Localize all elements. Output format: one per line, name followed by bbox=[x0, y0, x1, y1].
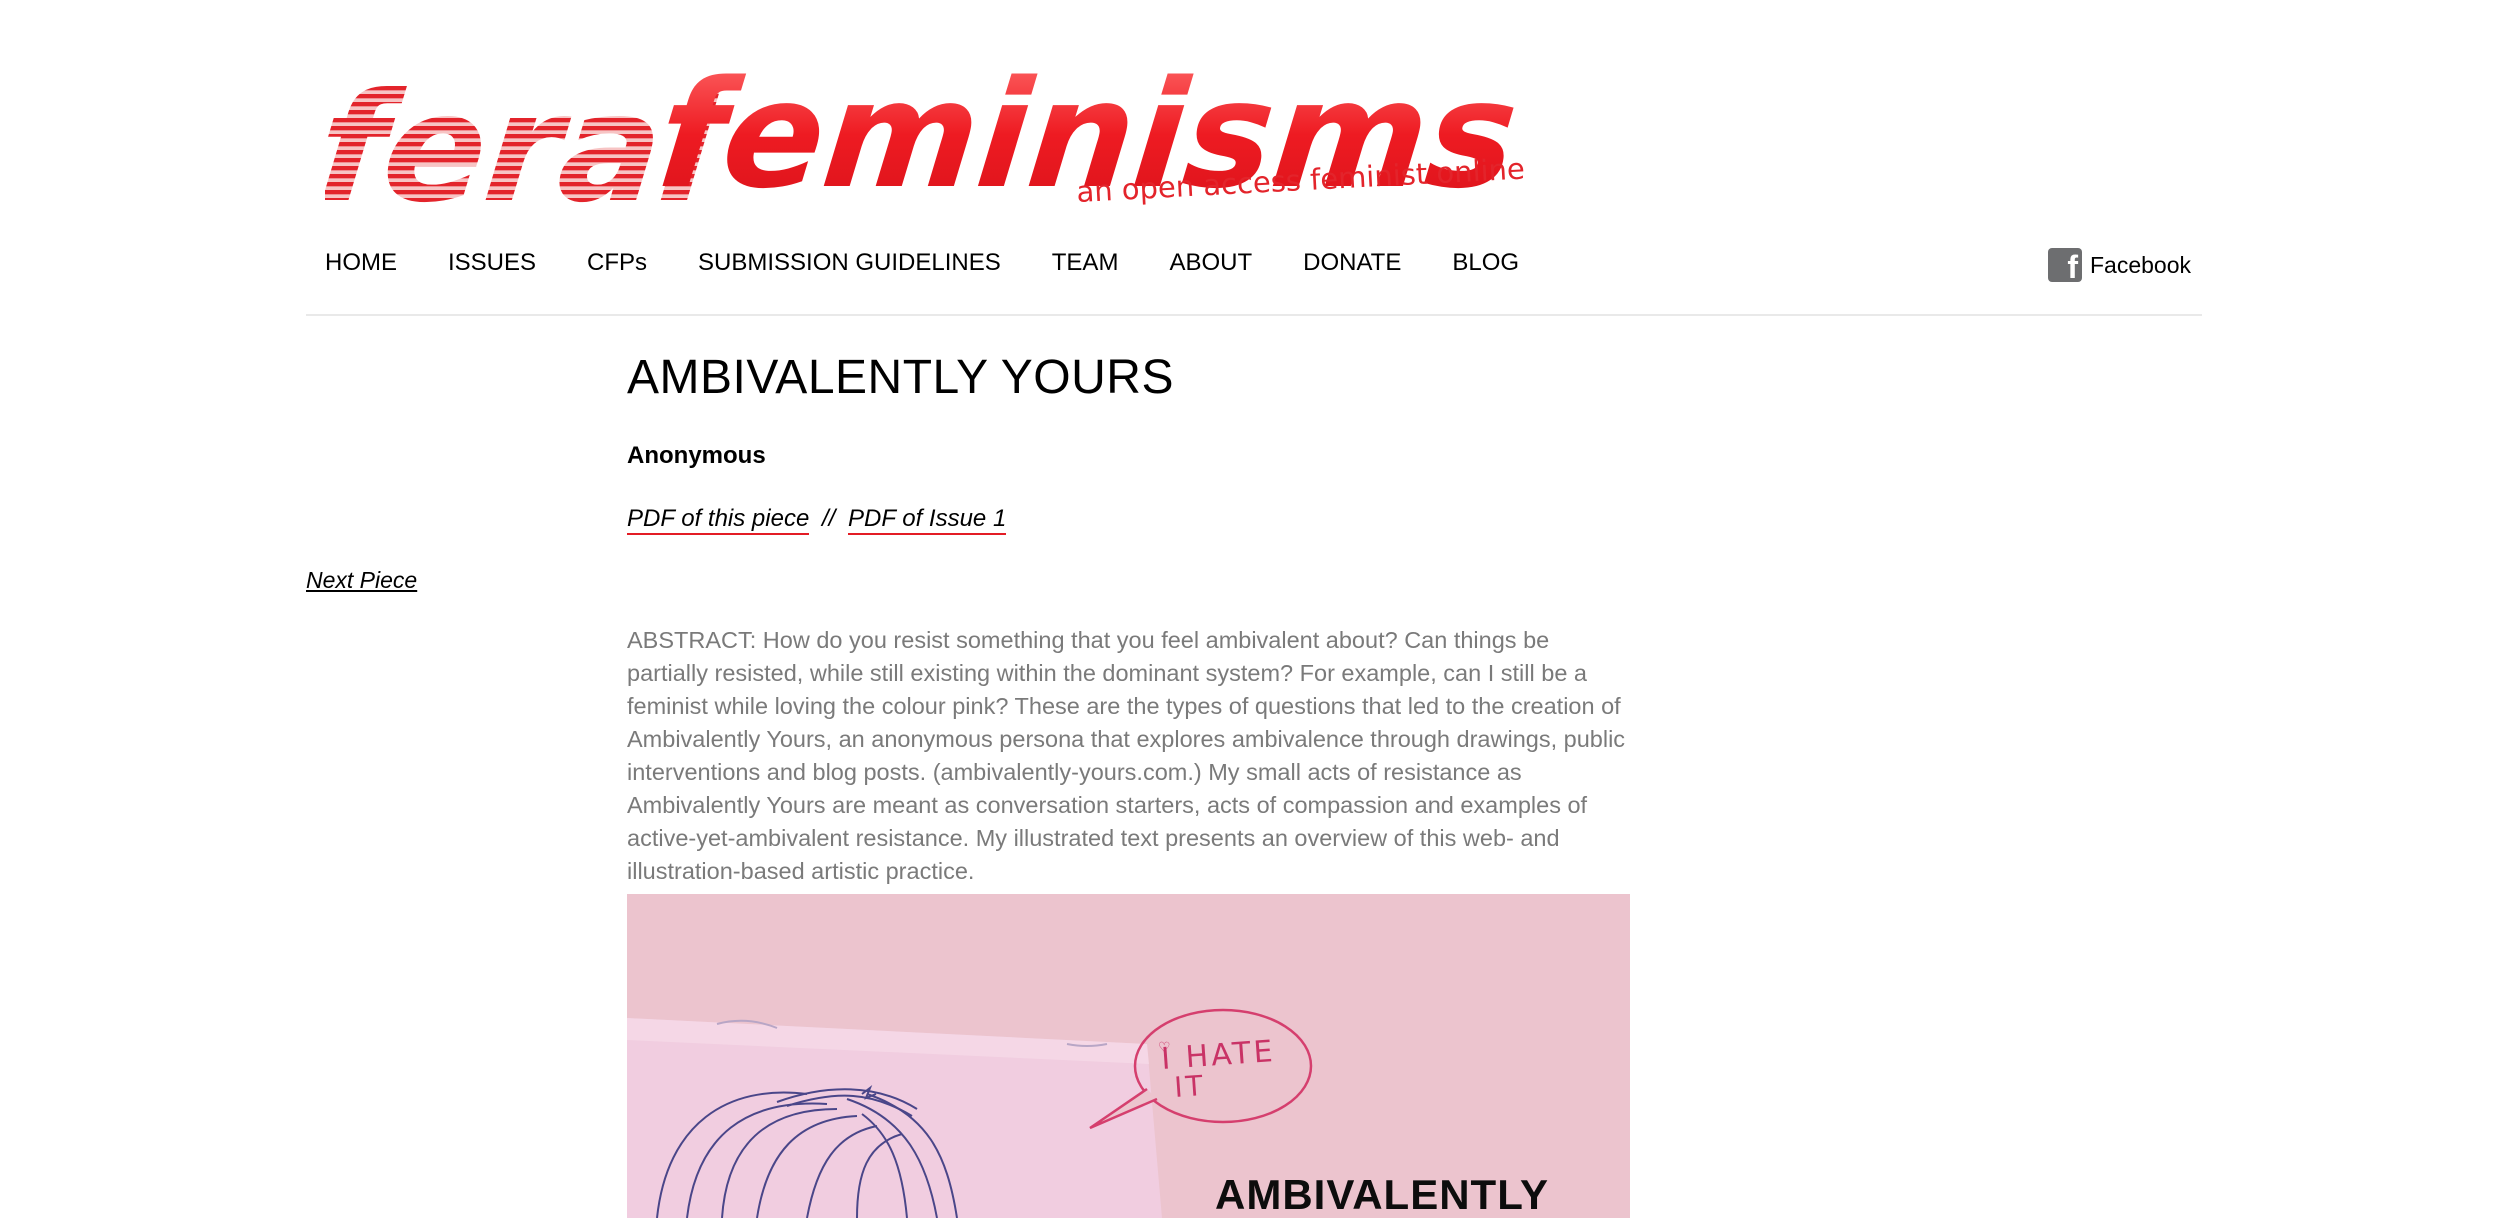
pdf-piece-link[interactable]: PDF of this piece bbox=[627, 505, 810, 535]
nav-team[interactable]: TEAM bbox=[1052, 249, 1119, 277]
article-abstract: ABSTRACT: How do you resist something th… bbox=[627, 626, 1626, 884]
nav-home[interactable]: HOME bbox=[325, 249, 397, 277]
nav-cfps[interactable]: CFPs bbox=[587, 249, 647, 277]
pdf-links: PDF of this piece // PDF of Issue 1 bbox=[627, 505, 1007, 535]
facebook-icon: f bbox=[2048, 248, 2082, 282]
nav-about[interactable]: ABOUT bbox=[1169, 249, 1252, 277]
site-logo[interactable]: feral feminisms an open access feminist … bbox=[325, 38, 1525, 233]
article-title: AMBIVALENTLY YOURS bbox=[627, 351, 1174, 404]
article-author: Anonymous bbox=[627, 442, 766, 469]
illustration-caption: AMBIVALENTLY bbox=[1215, 1171, 1550, 1218]
nav-blog[interactable]: BLOG bbox=[1452, 249, 1519, 277]
article-illustration: I HATE IT ♡ AMBIVALENTLY bbox=[627, 894, 1630, 1218]
nav-issues[interactable]: ISSUES bbox=[448, 249, 536, 277]
pdf-separator: // bbox=[821, 505, 836, 532]
svg-text:♡: ♡ bbox=[1158, 1040, 1171, 1056]
nav-donate[interactable]: DONATE bbox=[1303, 249, 1401, 277]
facebook-link[interactable]: f Facebook bbox=[2048, 247, 2191, 283]
next-piece-link[interactable]: Next Piece bbox=[306, 567, 417, 594]
facebook-label: Facebook bbox=[2090, 251, 2192, 278]
speech-line-2: IT bbox=[1173, 1069, 1207, 1104]
main-nav: HOME ISSUES CFPs SUBMISSION GUIDELINES T… bbox=[325, 245, 1570, 281]
pdf-issue-link[interactable]: PDF of Issue 1 bbox=[848, 505, 1007, 535]
nav-submission-guidelines[interactable]: SUBMISSION GUIDELINES bbox=[698, 249, 1001, 277]
header-divider bbox=[306, 314, 2202, 316]
